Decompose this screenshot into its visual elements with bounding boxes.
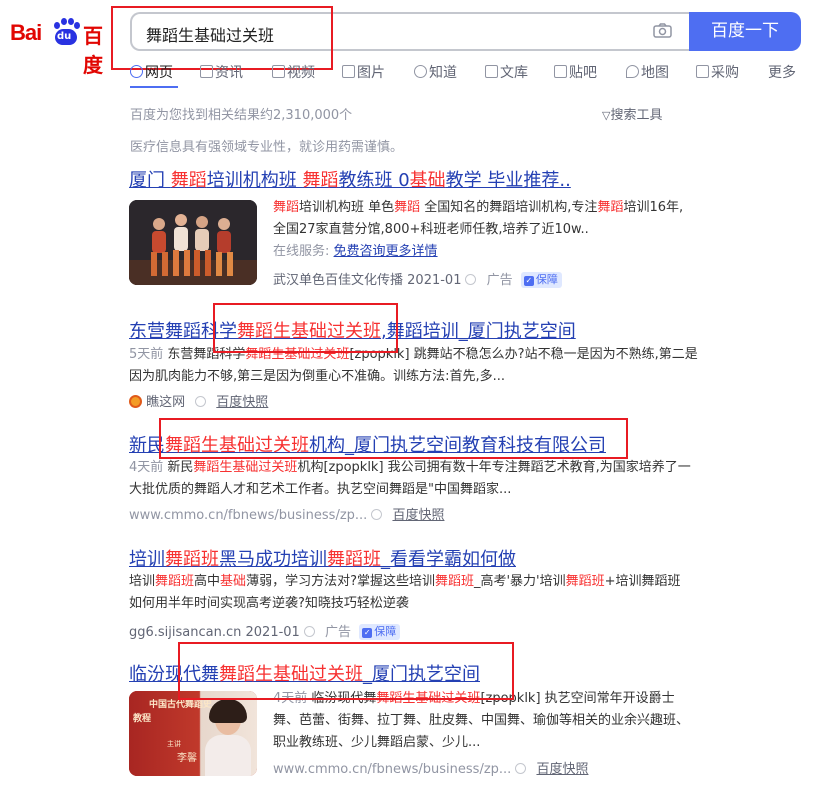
tab-wenku[interactable]: 文库: [485, 62, 528, 82]
result-snippet-3: 4天前 新民舞蹈生基础过关班机构[zpopklk] 我公司拥有数十年专注舞蹈艺术…: [129, 460, 691, 497]
result-thumbnail-1[interactable]: [129, 200, 257, 285]
snapshot-link[interactable]: 百度快照: [216, 395, 268, 410]
check-icon: ✓: [523, 276, 534, 286]
tab-more[interactable]: 更多: [768, 62, 796, 82]
tab-video[interactable]: 视频: [272, 62, 315, 82]
highlight-box-query: [111, 6, 333, 70]
result-title-1[interactable]: 厦门 舞蹈培训机构班 舞蹈教练班 0基础教学 毕业推荐..: [129, 166, 571, 192]
tab-purchase[interactable]: 采购: [696, 62, 739, 82]
tab-web[interactable]: 网页: [130, 62, 173, 82]
search-icon: [130, 65, 143, 78]
baidu-logo[interactable]: Bai du 百度: [10, 12, 118, 77]
guarantee-badge[interactable]: ✓ 保障: [520, 272, 562, 288]
search-tools-button[interactable]: ▽搜索工具: [602, 104, 662, 123]
logo-text-bai: Bai: [10, 20, 42, 45]
camera-icon[interactable]: [653, 23, 672, 38]
tab-image[interactable]: 图片: [342, 62, 385, 82]
question-icon: [414, 65, 427, 78]
menu-dot-icon[interactable]: [465, 274, 477, 285]
map-icon: [626, 65, 639, 78]
purchase-icon: [696, 65, 709, 78]
menu-dot-icon[interactable]: [371, 509, 383, 520]
result-source-4: gg6.sijisancan.cn 2021-01 广告 ✓ 保障: [129, 621, 401, 640]
menu-dot-icon[interactable]: [515, 763, 527, 774]
tab-map[interactable]: 地图: [626, 62, 669, 82]
result-thumbnail-5[interactable]: 中国古代舞蹈史 教程 主讲 李馨: [129, 691, 257, 776]
highlight-box-3: [159, 418, 628, 459]
active-tab-indicator: [130, 86, 178, 88]
tab-tieba[interactable]: 贴吧: [554, 62, 597, 82]
document-icon: [485, 65, 498, 78]
highlight-box-2: [213, 303, 398, 353]
result-snippet-4: 培训舞蹈班高中基础薄弱，学习方法对?掌握这些培训舞蹈班_高考'暴力'培训舞蹈班+…: [129, 574, 681, 611]
highlight-box-5: [178, 642, 514, 700]
dancers-photo: [129, 200, 257, 285]
news-icon: [200, 65, 213, 78]
image-icon: [342, 65, 355, 78]
menu-dot-icon[interactable]: [303, 626, 315, 637]
tab-zhidao[interactable]: 知道: [414, 62, 457, 82]
tab-news[interactable]: 资讯: [200, 62, 243, 82]
menu-dot-icon[interactable]: [195, 396, 207, 407]
video-icon: [272, 65, 285, 78]
result-snippet-1: 舞蹈培训机构班 单色舞蹈 全国知名的舞蹈培训机构,专注舞蹈培训16年, 全国27…: [273, 200, 684, 259]
paw-icon: du: [51, 18, 81, 48]
guarantee-badge[interactable]: ✓ 保障: [359, 624, 401, 640]
snapshot-link[interactable]: 百度快照: [536, 762, 588, 777]
result-source-3: www.cmmo.cn/fbnews/business/zp... 百度快照: [129, 508, 445, 523]
body-shape: [205, 735, 251, 776]
result-source-5: www.cmmo.cn/fbnews/business/zp... 百度快照: [273, 762, 589, 777]
logo-text-du: du: [57, 31, 72, 42]
check-icon: ✓: [362, 628, 373, 638]
result-source-1: 武汉单色百佳文化传播 2021-01 广告 ✓ 保障: [273, 269, 562, 288]
result-title-4[interactable]: 培训舞蹈班黑马成功培训舞蹈班_看看学霸如何做: [129, 545, 516, 571]
medical-notice: 医疗信息具有强领域专业性，就诊用药需谨慎。: [130, 140, 404, 155]
result-source-2: 瞧这网 百度快照: [129, 391, 268, 410]
search-button[interactable]: 百度一下: [689, 12, 801, 51]
service-link[interactable]: 免费咨询更多详情: [334, 244, 438, 259]
snapshot-link[interactable]: 百度快照: [392, 508, 444, 523]
result-count: 百度为您找到相关结果约2,310,000个: [130, 108, 353, 123]
site-logo-icon: [129, 395, 142, 408]
tieba-icon: [554, 65, 567, 78]
